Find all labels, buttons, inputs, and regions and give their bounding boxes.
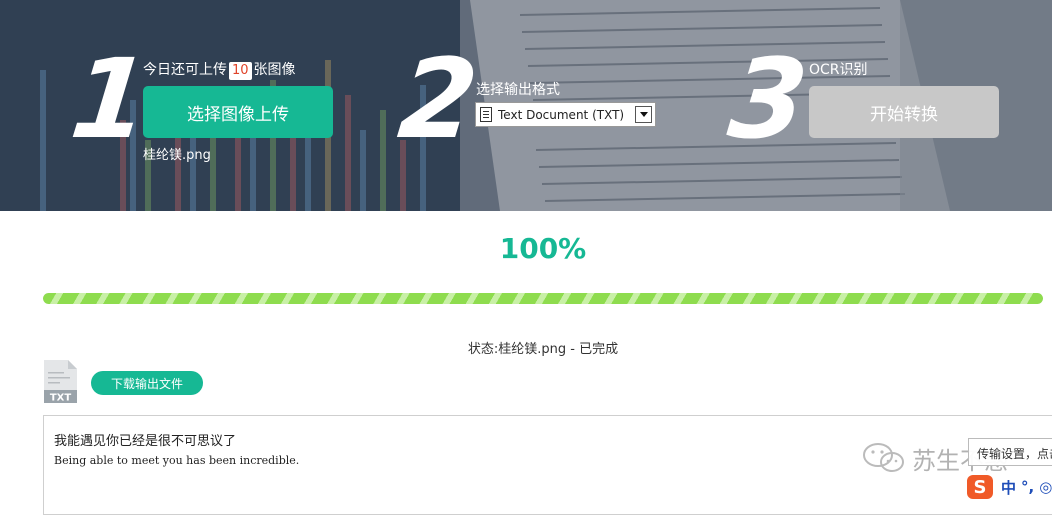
text-document-icon [480, 107, 492, 122]
step-2-number: 2 [393, 35, 480, 163]
ime-toolbar[interactable]: S 中 °, ◎ [967, 472, 1052, 502]
ocr-result-chinese: 我能遇见你已经是很不可思议了 [54, 434, 237, 449]
sogou-ime-icon[interactable]: S [967, 475, 993, 499]
upload-quota-prefix: 今日还可上传 [143, 62, 227, 78]
uploaded-filename: 桂纶镁.png [143, 148, 211, 163]
upload-quota-suffix: 张图像 [253, 62, 296, 78]
output-format-label: 选择输出格式 [476, 82, 560, 98]
txt-file-icon-label: TXT [50, 393, 72, 404]
progress-percent: 100% [499, 232, 587, 265]
txt-file-icon: TXT [44, 360, 77, 403]
wechat-icon [863, 443, 904, 472]
download-output-button[interactable]: 下载输出文件 [91, 371, 203, 395]
progress-bar [43, 293, 1043, 304]
output-format-selected: Text Document (TXT) [498, 107, 625, 122]
ime-punctuation-toggle[interactable]: °, [1021, 478, 1034, 496]
output-format-select[interactable]: Text Document (TXT) [475, 102, 656, 127]
ocr-label: OCR识别 [809, 62, 868, 78]
step-1-number: 1 [65, 35, 152, 163]
step-3-number: 3 [723, 35, 810, 163]
ime-settings-icon[interactable]: ◎ [1039, 478, 1052, 496]
progress-bar-fill [43, 293, 1043, 304]
ime-mode-toggle[interactable]: 中 [1001, 477, 1016, 498]
ime-tooltip: 传输设置，点击 [968, 438, 1052, 466]
start-convert-button[interactable]: 开始转换 [809, 86, 999, 138]
status-text: 状态:桂纶镁.png - 已完成 [467, 342, 619, 357]
select-image-upload-button[interactable]: 选择图像上传 [143, 86, 333, 138]
dropdown-arrow-icon[interactable] [635, 106, 652, 123]
hero-banner: 1 今日还可上传 10 张图像 选择图像上传 桂纶镁.png 2 选择输出格式 Te… [0, 0, 1052, 211]
ocr-result-english: Being able to meet you has been incredib… [54, 454, 300, 467]
upload-quota-label: 今日还可上传 10 张图像 [143, 59, 296, 80]
upload-quota-count: 10 [229, 62, 252, 80]
